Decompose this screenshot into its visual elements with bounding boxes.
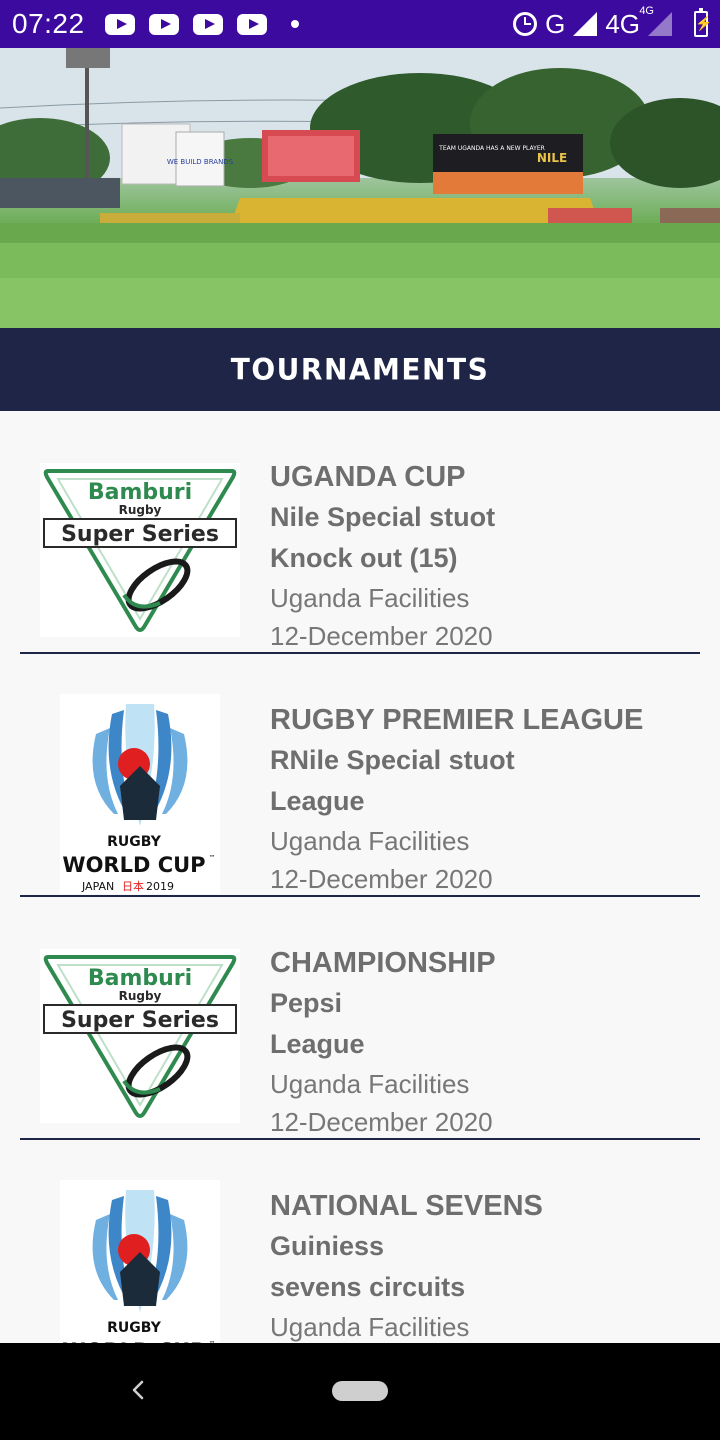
logo-text: 日本 [122, 879, 144, 893]
tournament-title: UGANDA CUP [270, 461, 466, 493]
youtube-icon [104, 13, 135, 35]
logo-text: Rugby [119, 989, 162, 1003]
tournament-type: League [270, 786, 365, 816]
status-time: 07:22 [12, 8, 85, 39]
battery-charging-icon [694, 8, 712, 37]
back-icon[interactable] [128, 1380, 148, 1400]
tournament-venue: Uganda Facilities [270, 1312, 470, 1342]
rugby-world-cup-2019-logo: RUGBY WORLD CUP ™ JAPAN 日本 2019 [60, 694, 220, 894]
tournament-sponsor: Guiniess [270, 1231, 385, 1261]
tournament-venue: Uganda Facilities [270, 583, 470, 613]
alarm-icon [513, 12, 538, 36]
tournament-row[interactable]: Bamburi Rugby Super Series UGANDA CUP Ni… [0, 411, 720, 654]
logo-text: RUGBY [107, 1320, 162, 1336]
tournament-venue: Uganda Facilities [270, 826, 470, 856]
logo-text: 2019 [146, 880, 174, 893]
status-bar: 07:22 G 4G 4G [0, 0, 720, 48]
tournament-sponsor: Pepsi [270, 988, 343, 1018]
network-4g-label: 4G 4G [605, 4, 654, 39]
logo-text: Rugby [119, 503, 162, 517]
tournament-type: League [270, 1029, 365, 1059]
logo-text: WORLD CUP [62, 853, 205, 877]
logo-text: ™ [209, 854, 216, 862]
stadium-banner-image: WE BUILD BRANDS TEAM UGANDA HAS A NEW PL… [0, 48, 720, 328]
tournament-row[interactable]: RUGBY WORLD CUP ™ JAPAN 日本 2019 NATIONAL… [0, 1140, 720, 1343]
logo-text: JAPAN [81, 880, 114, 893]
tournaments-header: TOURNAMENTS [0, 328, 720, 411]
tournament-date: 12-December 2020 [270, 864, 493, 894]
system-navigation-bar [0, 1343, 720, 1440]
billboard-text: WE BUILD BRANDS [167, 158, 234, 166]
tournament-venue: Uganda Facilities [270, 1069, 470, 1099]
home-button[interactable] [332, 1381, 388, 1401]
logo-text: Bamburi [88, 480, 192, 505]
notification-dot-icon [290, 20, 299, 28]
billboard-text: TEAM UGANDA HAS A NEW PLAYER [438, 145, 545, 152]
tournament-title: RUGBY PREMIER LEAGUE [270, 704, 644, 736]
stadium-illustration: WE BUILD BRANDS TEAM UGANDA HAS A NEW PL… [0, 48, 720, 328]
youtube-icon [148, 13, 179, 35]
logo-text: Super Series [61, 1008, 219, 1033]
rugby-world-cup-2019-logo: RUGBY WORLD CUP ™ JAPAN 日本 2019 [60, 1180, 220, 1343]
tournament-title: NATIONAL SEVENS [270, 1190, 543, 1222]
network-4g-sup: 4G [639, 4, 654, 17]
tournament-date: 12-December 2020 [270, 1107, 493, 1137]
tournament-type: sevens circuits [270, 1272, 466, 1302]
tournament-type: Knock out (15) [270, 543, 458, 573]
page-title: TOURNAMENTS [230, 352, 490, 387]
logo-text: Super Series [61, 522, 219, 547]
youtube-icon [192, 13, 223, 35]
bamburi-super-series-logo: Bamburi Rugby Super Series [40, 949, 240, 1123]
billboard-text: NILE [537, 151, 567, 165]
tournament-row[interactable]: RUGBY WORLD CUP ™ JAPAN 日本 2019 RUGBY PR… [0, 654, 720, 897]
network-type-label: G [545, 8, 566, 39]
logo-text: Bamburi [88, 966, 192, 991]
tournament-row[interactable]: Bamburi Rugby Super Series CHAMPIONSHIP … [0, 897, 720, 1140]
tournament-list[interactable]: Bamburi Rugby Super Series UGANDA CUP Ni… [0, 411, 720, 1343]
logo-text: RUGBY [107, 834, 162, 850]
tournament-sponsor: RNile Special stuot [270, 745, 515, 775]
tournament-date: 12-December 2020 [270, 621, 493, 651]
bamburi-super-series-logo: Bamburi Rugby Super Series [40, 463, 240, 637]
tournament-title: CHAMPIONSHIP [270, 947, 496, 979]
tournament-sponsor: Nile Special stuot [270, 502, 496, 532]
signal-icon [573, 12, 598, 36]
youtube-icon [236, 13, 267, 35]
